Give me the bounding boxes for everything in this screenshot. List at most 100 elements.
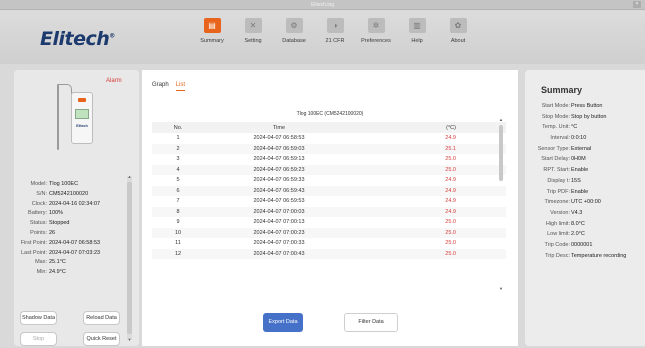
cell-temperature: 24.9 [445,198,456,205]
summary-list: Start Mode: Press Button Stop Mode: Stop by… [525,103,645,263]
cell-temperature: 25.0 [445,250,456,257]
summary-key: Start Delay: [541,156,570,163]
info-key: Battery: [28,210,47,217]
stop-button[interactable]: Stop [20,332,57,346]
device-info-row: Battery: 100% [14,210,126,220]
nav-label: About [450,38,466,44]
preferences-icon: ✲ [367,18,385,33]
nav-database[interactable]: ⚙ Database [275,18,313,44]
summary-icon: ▤ [203,18,221,33]
filter-data-button[interactable]: Filter Data [344,313,398,332]
summary-row: Low limit: 2.0°C [525,231,645,242]
cell-time: 2024-04-07 06:59:23 [253,166,305,173]
tools-icon: ✕ [244,18,262,33]
info-key: Model: [30,181,47,187]
column-header-time: Time [272,124,286,131]
device-info-row: Last Point: 2024-04-07 07:03:23 [14,250,126,260]
nav-label: Summary [200,38,224,44]
cell-time: 2024-04-07 06:59:13 [253,156,305,163]
nav-label: Setting [244,38,262,44]
table-row[interactable]: 3 2024-04-07 06:59:13 25.0 [152,154,506,165]
table-row[interactable]: 12 2024-04-07 07:00:43 25.0 [152,248,506,259]
elitech-logo: Elitech® [40,28,115,50]
summary-panel: Summary Start Mode: Press Button Stop Mode… [525,70,645,346]
table-row[interactable]: 1 2024-04-07 06:58:53 24.9 [152,133,506,144]
summary-value: 0:0:10 [571,135,587,142]
table-scrollbar[interactable]: ▲ ▼ [498,117,504,291]
summary-value: 2.0°C [571,231,585,238]
cell-time: 2024-04-07 07:00:23 [253,229,305,236]
summary-row: Start Mode: Press Button [525,103,645,114]
cell-temperature: 25.0 [445,240,456,247]
nav-summary[interactable]: ▤ Summary [193,18,231,44]
cell-no: 3 [176,156,180,163]
nav-help[interactable]: ▥ Help [398,18,436,44]
nav-label: Help [411,38,423,44]
scroll-up-icon[interactable]: ▲ [127,174,132,179]
device-info-row: Max: 25.1°C [14,259,126,269]
table-row[interactable]: 7 2024-04-07 06:59:53 24.9 [152,196,506,207]
summary-key: Trip Code: [544,241,570,248]
table-row[interactable]: 5 2024-04-07 06:59:33 24.9 [152,175,506,186]
nav-21-cfr[interactable]: ◑ 21 CFR [316,18,354,44]
info-value: Tlog 100EC [49,181,79,187]
summary-row: Trip PDF: Enable [525,189,645,200]
summary-row: Trip Code: 0000001 [525,242,645,253]
summary-row: Stop Mode: Stop by button [525,114,645,125]
summary-key: RPT. Start: [543,167,570,174]
summary-row: High limit: 8.0°C [525,221,645,232]
device-panel-scrollbar[interactable]: ▲ ▼ [127,174,132,342]
device-button [78,98,86,102]
cell-temperature: 24.9 [445,177,456,184]
table-row[interactable]: 9 2024-04-07 07:00:13 25.0 [152,217,506,228]
info-key: First Point: [20,239,47,246]
table-row[interactable]: 10 2024-04-07 07:00:23 25.0 [152,227,506,238]
alarm-label: Alarm [106,78,122,84]
cell-no: 7 [176,198,180,205]
nav-about[interactable]: ✿ About [439,18,477,44]
scroll-up-icon[interactable]: ▲ [498,117,504,122]
summary-key: Start Mode: [541,103,570,109]
nav-preferences[interactable]: ✲ Preferences [357,18,395,44]
table-row[interactable]: 6 2024-04-07 06:59:43 24.9 [152,185,506,196]
shadow-data-button[interactable]: Shadow Data [20,311,57,325]
database-icon: ⚙ [285,18,303,33]
summary-key: Temp. Unit: [542,124,570,131]
device-info-row: Status: Stopped [14,220,126,230]
scrollbar-thumb[interactable] [127,182,132,334]
device-info-row: Model: Tlog 100EC [14,181,126,191]
info-key: S/N: [36,190,47,197]
summary-value: UTC +00:00 [571,199,601,206]
table-row[interactable]: 2 2024-04-07 06:59:03 25.1 [152,143,506,154]
cell-time: 2024-04-07 06:59:33 [253,177,305,184]
tab-list[interactable]: List [175,82,186,91]
main-nav: ▤ Summary ✕ Setting ⚙ Database ◑ 21 CFR ✲ Prefere… [193,18,480,44]
probe-cable [58,84,72,94]
tab-graph[interactable]: Graph [152,82,169,91]
cell-time: 2024-04-07 07:00:03 [253,208,305,215]
info-value: 25.1°C [49,259,66,266]
nav-label: Database [282,38,306,44]
cell-no: 11 [175,240,181,247]
title-bar: Elitech.log × [0,0,645,10]
table-row[interactable]: 8 2024-04-07 07:00:03 24.9 [152,206,506,217]
export-data-button[interactable]: Export Data [263,313,303,332]
cell-temperature: 25.0 [445,166,456,173]
scrollbar-thumb[interactable] [499,125,503,181]
scroll-down-icon[interactable]: ▼ [498,286,504,291]
device-info-row: Clock: 2024-04-16 02:34:07 [14,201,126,211]
reload-data-button[interactable]: Reload Data [83,311,120,325]
info-value: 24.9°C [49,269,66,276]
info-key: Status: [29,220,47,227]
table-row[interactable]: 11 2024-04-07 07:00:33 25.0 [152,238,506,249]
table-row[interactable]: 4 2024-04-07 06:59:23 25.0 [152,164,506,175]
summary-key: Trip PDF: [546,188,570,195]
scroll-down-icon[interactable]: ▼ [127,337,132,342]
about-icon: ✿ [449,18,467,33]
quick-reset-button[interactable]: Quick Reset [83,332,120,346]
nav-setting[interactable]: ✕ Setting [234,18,272,44]
cell-no: 2 [176,145,180,152]
cell-time: 2024-04-07 07:00:43 [253,250,305,257]
cell-time: 2024-04-07 06:59:43 [253,187,305,194]
close-window-icon[interactable]: × [633,1,641,8]
